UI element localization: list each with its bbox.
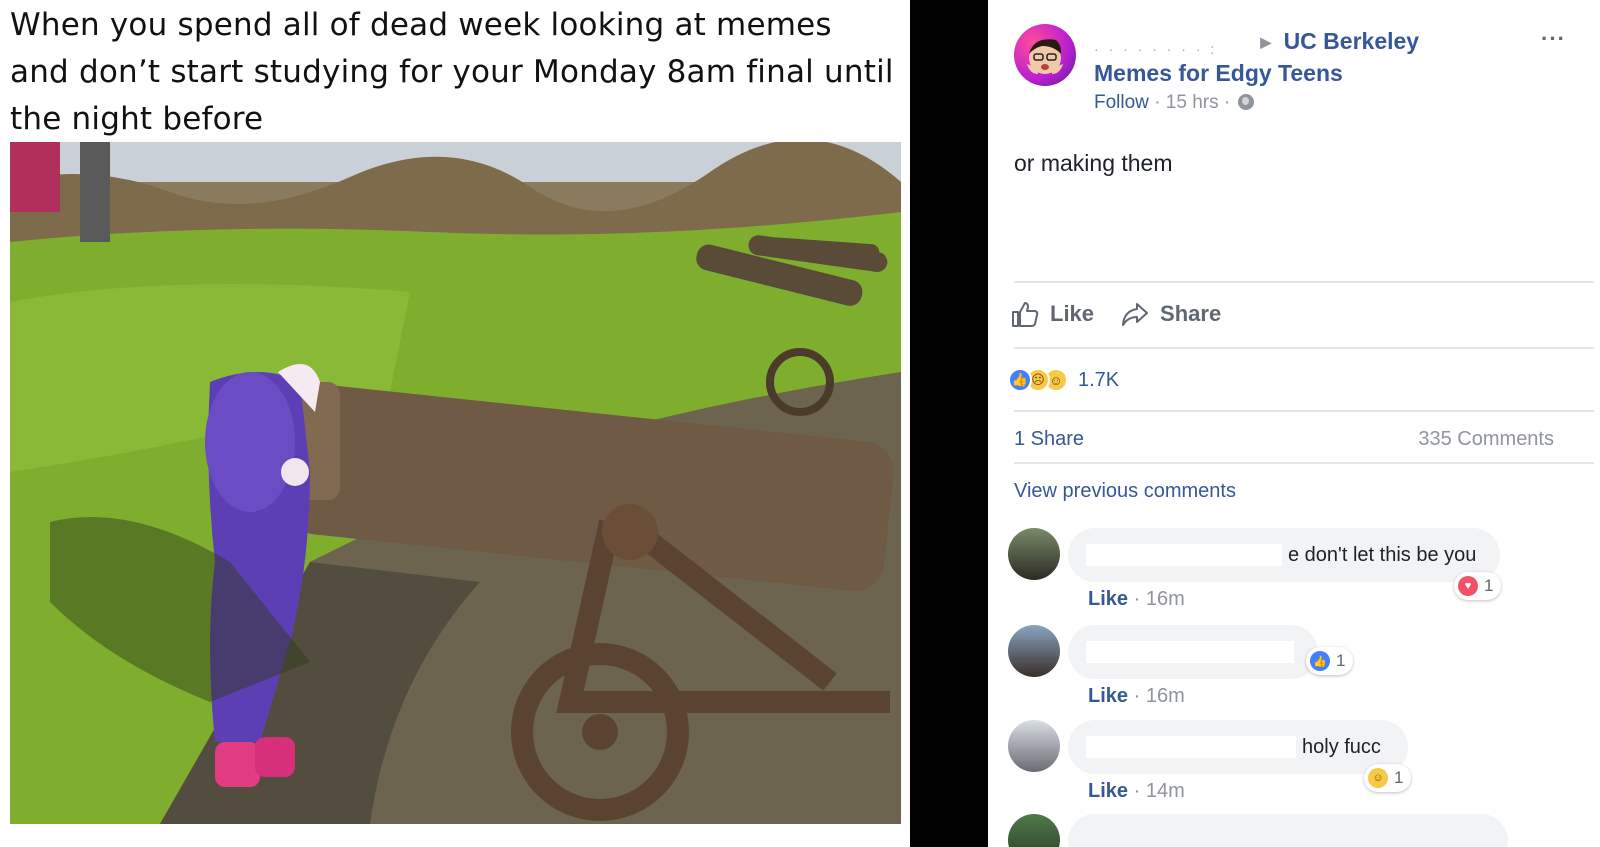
triangle-right-icon: ▶ (1260, 34, 1272, 51)
comment-footer: Like · 16m (1088, 588, 1185, 611)
comment-reaction-badge[interactable]: ♥ 1 (1454, 572, 1502, 600)
comment-bubble: e don't let this be you (1068, 528, 1500, 582)
shares-count[interactable]: 1 Share (1014, 428, 1084, 451)
black-gap (910, 0, 988, 847)
divider (1014, 347, 1594, 349)
comment-time[interactable]: 14m (1146, 780, 1185, 802)
comments-count[interactable]: 335 Comments (1418, 428, 1554, 451)
like-reaction-icon: 👍 (1008, 368, 1032, 392)
redacted-commenter-name[interactable] (1086, 736, 1296, 758)
comment-like-link[interactable]: Like (1088, 780, 1128, 802)
badge-count: 1 (1394, 768, 1404, 787)
meme-photo (10, 142, 901, 824)
thumbs-up-icon (1012, 302, 1039, 327)
divider (1014, 281, 1594, 283)
post-time[interactable]: 15 hrs (1166, 92, 1219, 113)
more-options-icon[interactable]: ··· (1541, 26, 1566, 52)
meta-separator: · (1133, 780, 1141, 802)
like-button[interactable]: Like (1010, 299, 1094, 329)
comment-text: e don't let this be you (1288, 543, 1477, 566)
redacted-author-name[interactable]: · · · · · · · · : (1094, 34, 1254, 57)
facebook-post: · · · · · · · · : ▶ UC Berkeley Memes fo… (988, 0, 1600, 847)
comment-bubble (1068, 814, 1508, 847)
comment-like-link[interactable]: Like (1088, 685, 1128, 707)
comment-footer: Like · 14m (1088, 780, 1185, 803)
cannon-child-illustration (10, 142, 901, 824)
commenter-avatar[interactable] (1008, 528, 1060, 580)
post-header: · · · · · · · · : ▶ UC Berkeley Memes fo… (1094, 26, 1419, 89)
share-label: Share (1160, 301, 1222, 326)
badge-count: 1 (1336, 651, 1346, 670)
follow-link[interactable]: Follow (1094, 92, 1149, 113)
comment-text: holy fucc (1302, 735, 1381, 758)
meta-separator: · (1133, 588, 1141, 610)
divider (1014, 410, 1594, 412)
like-icon: 👍 (1310, 651, 1330, 671)
action-bar: Like Share (1010, 296, 1221, 332)
page-name-line1[interactable]: UC Berkeley (1284, 28, 1420, 54)
avatar-face-icon (1027, 39, 1063, 74)
reaction-count: 1.7K (1078, 368, 1120, 391)
redacted-commenter-name[interactable] (1086, 544, 1282, 566)
comment-bubble: holy fucc (1068, 720, 1408, 774)
post-meta: Follow · 15 hrs · (1094, 92, 1254, 114)
post-text: or making them (1014, 150, 1173, 176)
globe-icon (1237, 94, 1254, 110)
share-button[interactable]: Share (1120, 299, 1221, 329)
comment-time[interactable]: 16m (1146, 685, 1185, 707)
view-previous-comments[interactable]: View previous comments (1014, 480, 1236, 503)
comment-like-link[interactable]: Like (1088, 588, 1128, 610)
meta-separator: · (1223, 92, 1231, 113)
reactions-summary[interactable]: 👍 ☹ ☺ 1.7K (1008, 368, 1119, 392)
meme-caption: When you spend all of dead week looking … (10, 7, 894, 137)
commenter-avatar[interactable] (1008, 720, 1060, 772)
meta-separator: · (1154, 92, 1161, 113)
page-name-line2[interactable]: Memes for Edgy Teens (1094, 58, 1419, 89)
commenter-avatar[interactable] (1008, 814, 1060, 847)
commenter-avatar[interactable] (1008, 625, 1060, 677)
like-label: Like (1050, 301, 1095, 326)
post-stats: 1 Share 335 Comments (1014, 428, 1554, 451)
badge-count: 1 (1484, 576, 1494, 595)
redacted-commenter-name[interactable] (1086, 641, 1294, 663)
meme-image-panel: When you spend all of dead week looking … (0, 0, 910, 847)
haha-icon: ☺ (1368, 768, 1388, 788)
page-avatar[interactable] (1014, 24, 1076, 86)
share-arrow-icon (1122, 303, 1149, 326)
comment-bubble (1068, 625, 1318, 679)
comment-reaction-badge[interactable]: 👍 1 (1306, 647, 1354, 675)
divider (1014, 462, 1594, 464)
comment-reaction-badge[interactable]: ☺ 1 (1364, 764, 1412, 792)
comment-time[interactable]: 16m (1146, 588, 1185, 610)
comment-footer: Like · 16m (1088, 685, 1185, 708)
love-icon: ♥ (1458, 576, 1478, 596)
meta-separator: · (1133, 685, 1141, 707)
